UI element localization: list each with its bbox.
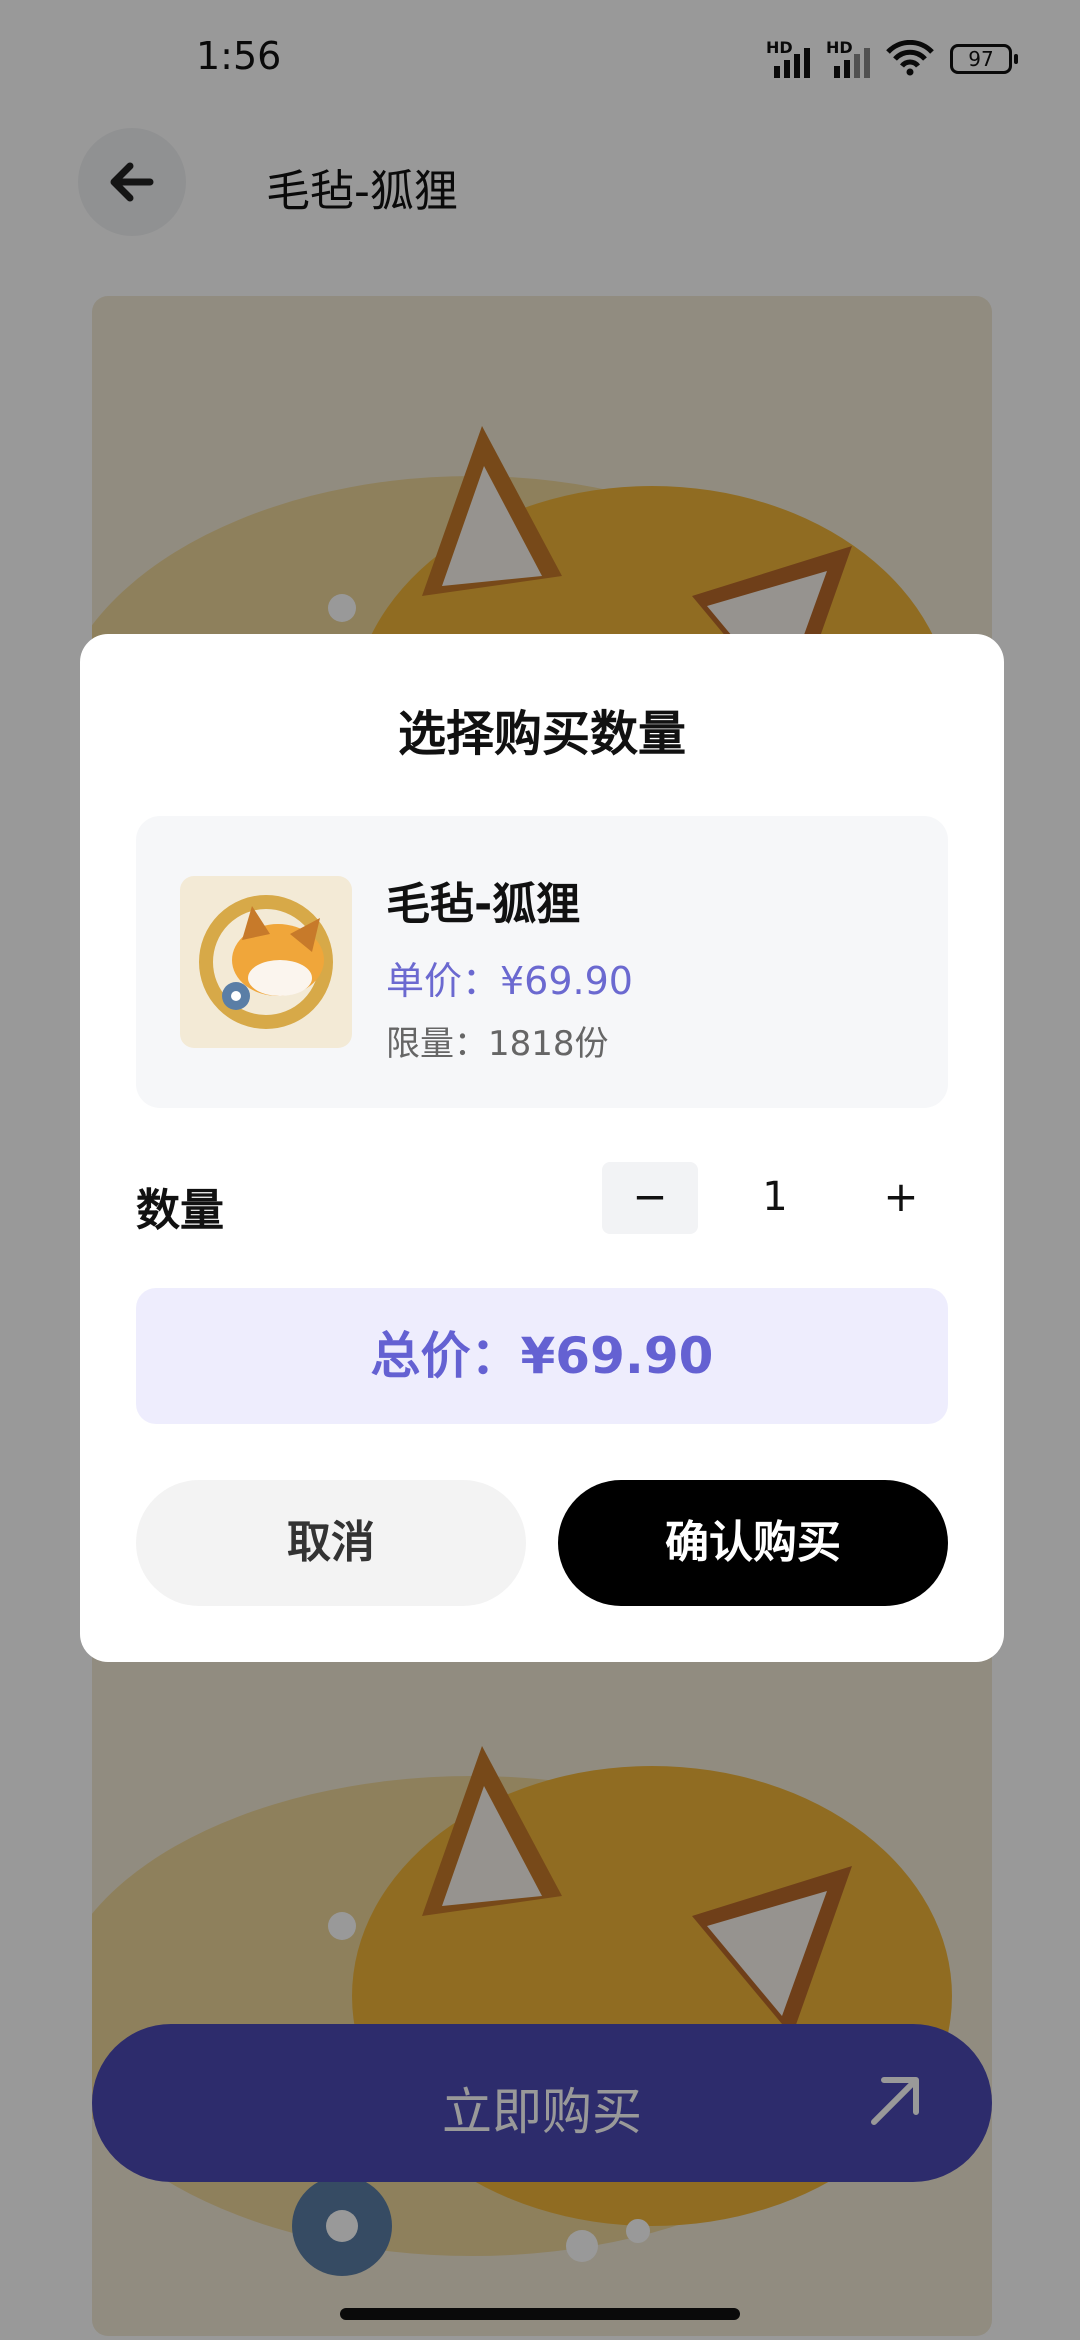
unit-price: 单价：¥69.90	[386, 959, 633, 1003]
quantity-value: 1	[762, 1174, 788, 1220]
quantity-dialog: 选择购买数量 毛毡-狐狸 单价：¥69.90 限量：1818份 数量 − 1 +…	[80, 634, 1004, 1662]
dialog-title: 选择购买数量	[397, 706, 686, 762]
total-price: 总价：¥69.90	[136, 1288, 948, 1424]
stock-limit: 限量：1818份	[386, 1024, 609, 1064]
product-summary-card: 毛毡-狐狸 单价：¥69.90 限量：1818份	[136, 816, 948, 1108]
quantity-label: 数量	[136, 1185, 224, 1236]
decrease-quantity-button[interactable]: −	[602, 1162, 698, 1234]
product-thumbnail	[180, 876, 352, 1048]
increase-quantity-button[interactable]: +	[858, 1162, 944, 1234]
product-name: 毛毡-狐狸	[386, 879, 581, 930]
cancel-button[interactable]: 取消	[136, 1480, 526, 1606]
confirm-purchase-button[interactable]: 确认购买	[558, 1480, 948, 1606]
